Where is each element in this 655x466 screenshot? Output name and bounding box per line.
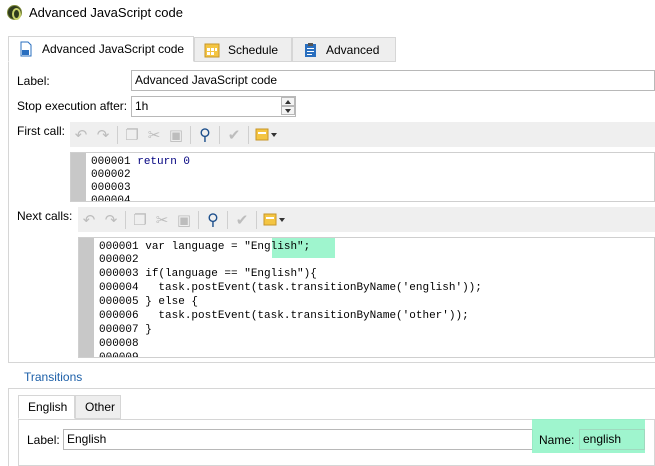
paste-icon[interactable]: ▣ — [173, 209, 195, 231]
redo-icon[interactable]: ↷ — [100, 209, 122, 231]
cut-icon[interactable]: ✂ — [143, 124, 165, 146]
toolbar-separator — [256, 210, 257, 229]
next-calls-caption: Next calls: — [17, 209, 73, 223]
code-line: 000008 — [99, 338, 139, 350]
code-line: 000002 — [91, 169, 131, 181]
paste-icon[interactable]: ▣ — [165, 124, 187, 146]
transitions-section: Transitions — [8, 362, 655, 389]
toolbar-separator — [190, 125, 191, 144]
check-icon[interactable]: ✔ — [231, 209, 253, 231]
tab-advanced[interactable]: Advanced — [292, 37, 396, 62]
label-input[interactable]: Advanced JavaScript code — [131, 70, 655, 91]
cut-icon[interactable]: ✂ — [151, 209, 173, 231]
transition-name-caption: Name: — [539, 433, 575, 447]
undo-icon[interactable]: ↶ — [70, 124, 92, 146]
copy-icon[interactable]: ❐ — [129, 209, 151, 231]
tab-advanced-javascript-code[interactable]: Advanced JavaScript code — [8, 36, 194, 62]
copy-icon[interactable]: ❐ — [121, 124, 143, 146]
code-line: 000004 — [91, 195, 131, 202]
first-call-caption: First call: — [17, 124, 65, 138]
label-caption: Label: — [17, 74, 50, 88]
app-icon — [7, 5, 22, 20]
tab-label: Advanced — [326, 42, 380, 57]
first-call-toolbar: ↶ ↷ ❐ ✂ ▣ ⚲ ✔ — [70, 122, 655, 147]
toolbar-separator — [198, 210, 199, 229]
tab-label: Advanced JavaScript code — [42, 42, 185, 56]
stop-execution-value: 1h — [135, 99, 149, 113]
toolbar-separator — [219, 125, 220, 144]
next-calls-editor[interactable]: 000001 var language = "English"; 000002 … — [78, 237, 655, 358]
toolbar-separator — [248, 125, 249, 144]
editor-gutter — [71, 153, 86, 201]
code-line: 000009 — [99, 352, 139, 358]
next-calls-toolbar: ↶ ↷ ❐ ✂ ▣ ⚲ ✔ — [78, 207, 655, 232]
check-icon[interactable]: ✔ — [223, 124, 245, 146]
editor-gutter — [79, 238, 94, 357]
code-line: 000003 — [91, 182, 131, 194]
title-bar: Advanced JavaScript code — [0, 0, 655, 26]
code-line: 000003 if(language == "English"){ — [99, 268, 317, 280]
undo-icon[interactable]: ↶ — [78, 209, 100, 231]
stop-execution-input[interactable]: 1h — [131, 96, 296, 117]
redo-icon[interactable]: ↷ — [92, 124, 114, 146]
insert-menu-icon[interactable] — [260, 209, 290, 231]
toolbar-separator — [125, 210, 126, 229]
transitions-header[interactable]: Transitions — [24, 370, 82, 384]
toolbar-separator — [117, 125, 118, 144]
clipboard-icon — [305, 42, 316, 57]
code-line: 000004 task.postEvent(task.transitionByN… — [99, 282, 482, 294]
spin-up-button[interactable] — [281, 97, 295, 106]
stop-execution-caption: Stop execution after: — [17, 99, 128, 113]
tab-other[interactable]: Other — [75, 395, 121, 419]
insert-menu-icon[interactable] — [252, 124, 282, 146]
tab-label: Schedule — [228, 42, 279, 57]
tab-schedule[interactable]: Schedule — [194, 37, 292, 62]
code-line: 000006 task.postEvent(task.transitionByN… — [99, 310, 469, 322]
tab-label: Other — [85, 400, 116, 414]
spin-down-button[interactable] — [281, 106, 295, 115]
code-line: 000001 return 0 — [91, 156, 191, 168]
code-line: 000007 } — [99, 324, 152, 336]
transition-name-input[interactable]: english — [579, 429, 645, 450]
first-call-editor[interactable]: 000001 return 0 000002 000003 000004 — [70, 152, 655, 202]
toolbar-separator — [227, 210, 228, 229]
code-line: 000001 var language = "English"; — [99, 241, 311, 253]
transition-label-caption: Label: — [27, 433, 60, 447]
binoculars-icon[interactable]: ⚲ — [194, 124, 216, 146]
binoculars-icon[interactable]: ⚲ — [202, 209, 224, 231]
code-line: 000005 } else { — [99, 296, 199, 308]
tab-label: English — [28, 400, 68, 414]
transition-label-input[interactable]: English — [63, 429, 533, 450]
window-title: Advanced JavaScript code — [29, 5, 183, 20]
code-line: 000002 — [99, 254, 139, 266]
script-icon — [20, 41, 32, 57]
calendar-icon — [204, 43, 220, 57]
tab-english[interactable]: English — [18, 395, 75, 419]
